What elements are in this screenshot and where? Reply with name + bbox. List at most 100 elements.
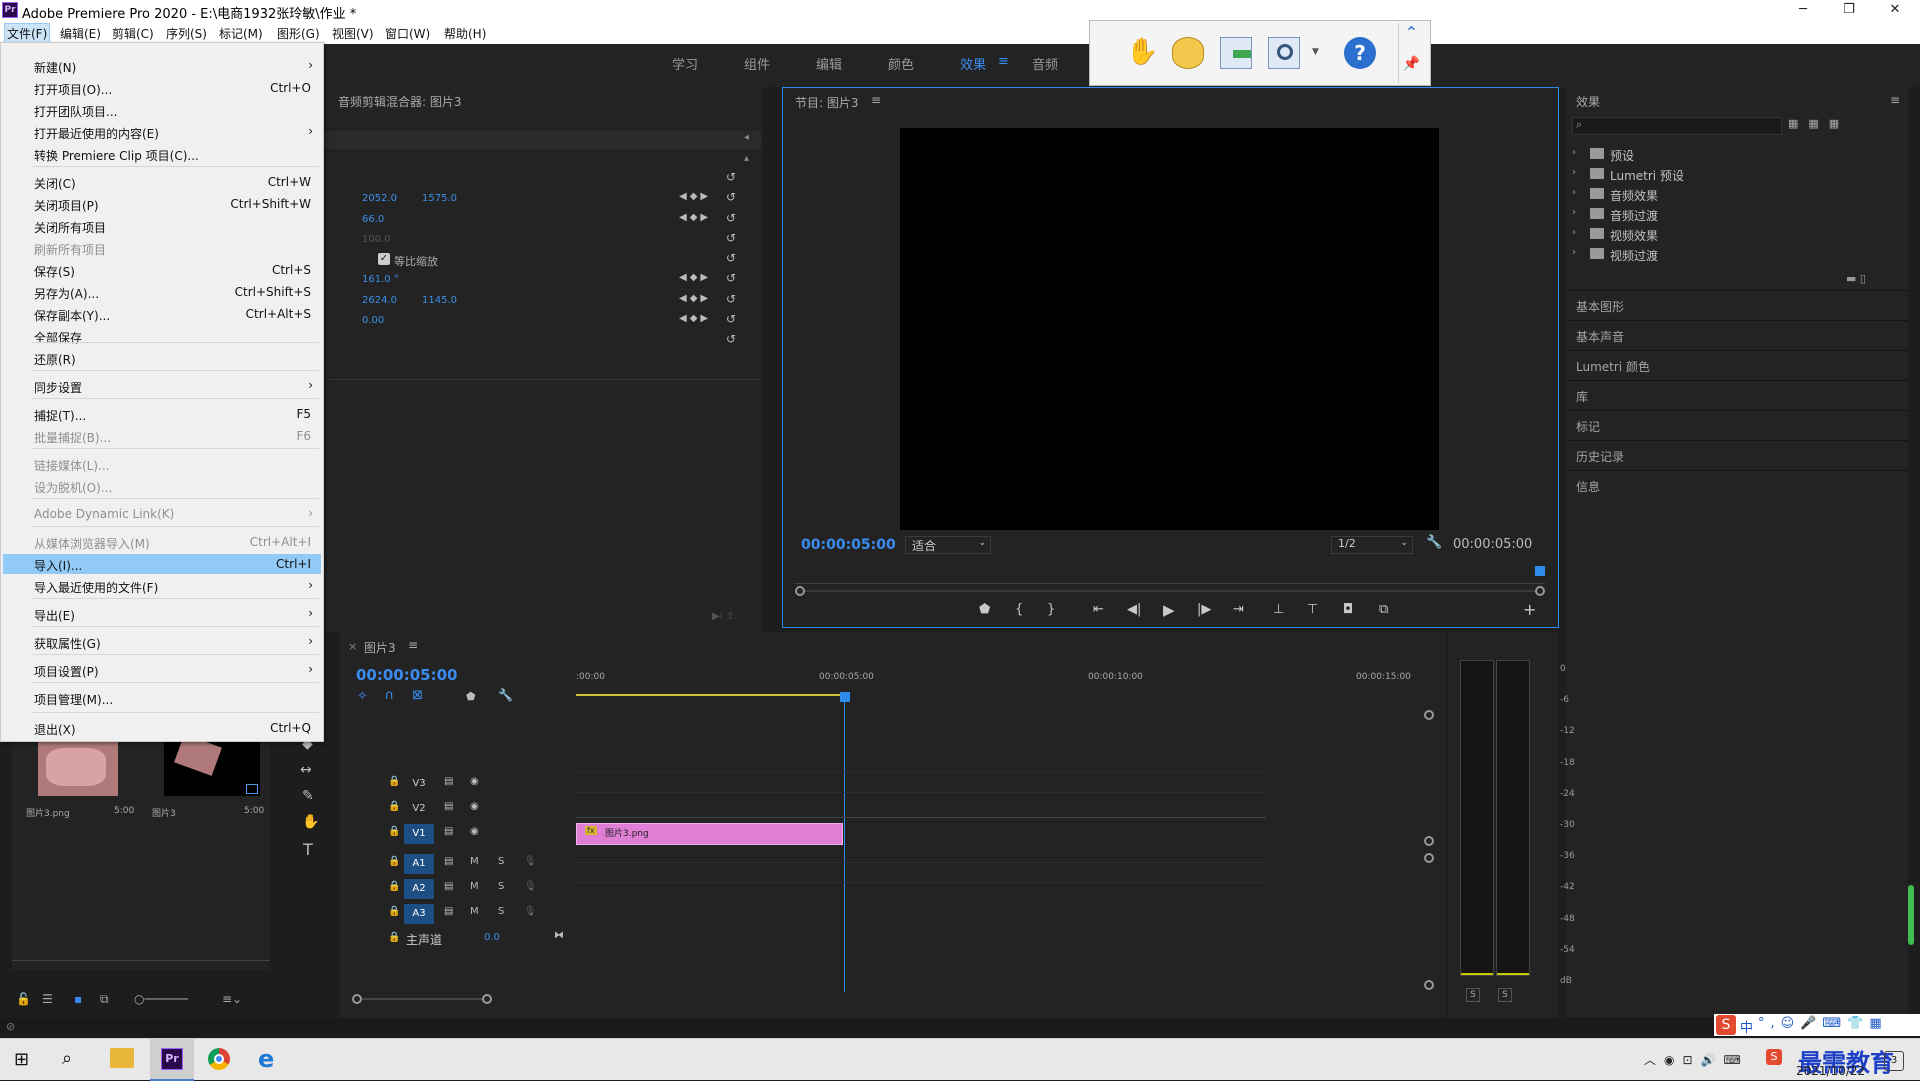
menu-file[interactable]: 文件(F) — [4, 23, 51, 44]
section-lumetri-color[interactable]: Lumetri 颜色 — [1566, 350, 1908, 378]
workspace-menu-icon[interactable]: ≡ — [998, 54, 1009, 69]
edge-icon[interactable]: e — [258, 1045, 274, 1073]
reset-icon[interactable]: ↺ — [726, 271, 736, 285]
ime-mode[interactable]: 中 — [1740, 1017, 1753, 1036]
sync-lock-icon[interactable]: ▤ — [444, 906, 453, 917]
file-menu-item[interactable]: 还原(R) — [3, 348, 321, 368]
timeline-playhead-handle[interactable] — [840, 692, 850, 702]
file-menu-item[interactable]: 关闭所有项目 — [3, 216, 321, 236]
timeline-tool-icons[interactable]: ⟡∩⊠ — [358, 688, 441, 703]
timeline-tab[interactable]: 图片3 — [364, 639, 396, 656]
go-to-out-icon[interactable]: ⇥ — [1233, 602, 1244, 617]
render-icon[interactable]: ▶⁞ ⇪ — [712, 611, 734, 622]
hand-icon[interactable]: ✋ — [1126, 37, 1158, 69]
mic-icon[interactable]: 🎙 — [524, 906, 537, 917]
step-back-icon[interactable]: ◀| — [1127, 602, 1141, 617]
maximize-button[interactable]: ❐ — [1826, 0, 1872, 22]
track-toggle[interactable]: V1 — [404, 824, 434, 844]
effects-folder-video-effects[interactable]: › 视频效果 — [1572, 225, 1832, 243]
file-menu-item[interactable]: 转换 Premiere Clip 项目(C)... — [3, 144, 321, 164]
list-view-icon[interactable]: ☰ — [42, 992, 53, 1006]
menu-view[interactable]: 视图(V) — [332, 25, 374, 42]
pin-icon[interactable]: 📌 — [1399, 56, 1424, 72]
file-menu-item[interactable]: 保存副本(Y)... Ctrl+Alt+S — [3, 304, 321, 324]
menu-help[interactable]: 帮助(H) — [444, 25, 486, 42]
mic-icon[interactable]: 🎙 — [524, 856, 537, 867]
file-explorer-icon[interactable] — [110, 1048, 134, 1068]
menu-marker[interactable]: 标记(M) — [219, 25, 263, 42]
mark-out-icon[interactable]: } — [1047, 602, 1055, 617]
sort-icon[interactable]: ≡⌄ — [222, 992, 242, 1006]
h-scroll-handle[interactable] — [352, 994, 362, 1004]
file-menu-item[interactable]: 导出(E) › — [3, 604, 321, 624]
section-essential-graphics[interactable]: 基本图形 — [1566, 290, 1908, 318]
master-volume-value[interactable]: 0.0 — [484, 932, 500, 943]
sequence-thumbnail[interactable] — [164, 734, 260, 796]
panel-menu-icon[interactable]: ≡ — [871, 93, 881, 107]
file-menu-item[interactable]: 关闭项目(P) Ctrl+Shift+W — [3, 194, 321, 214]
scroll-handle[interactable] — [1424, 853, 1434, 863]
pen-tool-icon[interactable]: ✎ — [302, 788, 314, 804]
lock-icon[interactable]: 🔒 — [388, 826, 400, 837]
sogou-tray-icon[interactable]: S — [1766, 1049, 1782, 1065]
workspace-tab-audio[interactable]: 音频 — [1032, 54, 1058, 73]
project-thumbnail-image[interactable] — [38, 740, 118, 796]
section-info[interactable]: 信息 — [1566, 470, 1908, 498]
track-toggle[interactable]: A3 — [404, 904, 434, 924]
scroll-up-icon[interactable]: ▴ — [744, 153, 749, 164]
add-button-icon[interactable]: + — [1523, 600, 1536, 619]
scroll-handle[interactable] — [1424, 710, 1434, 720]
menu-clip[interactable]: 剪辑(C) — [112, 25, 154, 42]
extract-icon[interactable]: ⊤ — [1307, 602, 1318, 617]
uniform-scale-checkbox[interactable]: ✓ — [378, 253, 390, 265]
scroll-handle[interactable] — [1424, 980, 1434, 990]
file-menu-item[interactable]: 导入(I)... Ctrl+I — [3, 554, 321, 574]
track-toggle[interactable]: A1 — [404, 854, 434, 874]
program-time-ruler[interactable] — [795, 564, 1545, 584]
reset-icon[interactable]: ↺ — [726, 170, 736, 184]
search-icon[interactable]: ⌕ — [62, 1048, 72, 1069]
h-scroll-handle[interactable] — [482, 994, 492, 1004]
settings-wrench-icon[interactable]: 🔧 — [1426, 535, 1442, 550]
reset-icon[interactable]: ↺ — [726, 312, 736, 326]
reset-icon[interactable]: ↺ — [726, 332, 736, 346]
lock-icon[interactable]: 🔒 — [388, 906, 400, 917]
file-menu-item[interactable]: 新建(N) › — [3, 56, 321, 76]
scroll-handle[interactable] — [1424, 836, 1434, 846]
file-menu-item[interactable]: 打开项目(O)... Ctrl+O — [3, 78, 321, 98]
h-scrollbar[interactable] — [362, 998, 482, 1000]
workspace-tab-learn[interactable]: 学习 — [672, 54, 698, 73]
track-toggle[interactable]: V3 — [404, 774, 434, 794]
file-menu-item[interactable]: 保存(S) Ctrl+S — [3, 260, 321, 280]
menu-graphics[interactable]: 图形(G) — [277, 25, 320, 42]
menu-window[interactable]: 窗口(W) — [385, 25, 430, 42]
ime-tools-icons[interactable]: °,☺🎤⌨👕▦ — [1758, 1016, 1888, 1031]
sync-lock-icon[interactable]: ▤ — [444, 826, 453, 837]
video-clip[interactable]: fx 图片3.png — [576, 823, 843, 845]
hand-tool-icon[interactable]: ✋ — [302, 814, 319, 830]
solo-button[interactable]: S — [498, 856, 504, 867]
workspace-tab-assembly[interactable]: 组件 — [744, 54, 770, 73]
comment-icon[interactable] — [1172, 37, 1204, 69]
value-field[interactable]: 1575.0 — [422, 193, 457, 204]
keyframe-nav-icon[interactable]: ◀◆▶ — [679, 191, 711, 202]
mic-icon[interactable]: 🎙 — [524, 881, 537, 892]
step-forward-icon[interactable]: |▶ — [1197, 602, 1211, 617]
icon-view-icon[interactable]: ▪ — [74, 992, 82, 1006]
keyframe-nav-icon[interactable]: ◀◆▶ — [679, 313, 711, 324]
file-menu-item[interactable]: 打开最近使用的内容(E) › — [3, 122, 321, 142]
mark-in-icon[interactable]: { — [1015, 602, 1023, 617]
file-menu-item[interactable]: 全部保存 — [3, 326, 321, 346]
keyframe-nav-icon[interactable]: ◀◆▶ — [679, 293, 711, 304]
mute-button[interactable]: M — [470, 881, 479, 892]
reset-icon[interactable]: ↺ — [726, 251, 736, 265]
sync-lock-icon[interactable]: ▤ — [444, 801, 453, 812]
effects-folder-audio-transitions[interactable]: › 音频过渡 — [1572, 205, 1832, 223]
lock-icon[interactable]: 🔒 — [388, 856, 400, 867]
comparison-view-icon[interactable]: ⧉ — [1379, 602, 1388, 617]
reset-icon[interactable]: ↺ — [726, 231, 736, 245]
lift-icon[interactable]: ⊥ — [1273, 602, 1284, 617]
workspace-tab-color[interactable]: 颜色 — [888, 54, 914, 73]
effects-search-input[interactable]: ⌕ — [1572, 117, 1782, 135]
play-icon[interactable]: ▶ — [1163, 601, 1175, 619]
